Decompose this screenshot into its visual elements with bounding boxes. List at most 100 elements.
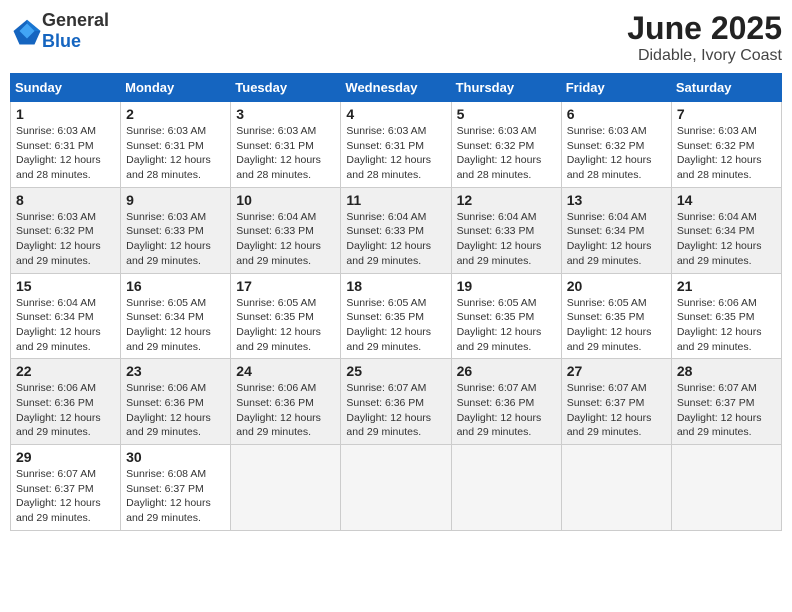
logo-icon — [12, 16, 42, 46]
location-title: Didable, Ivory Coast — [627, 47, 782, 65]
calendar-day-cell: 21Sunrise: 6:06 AMSunset: 6:35 PMDayligh… — [671, 273, 781, 359]
calendar-day-cell: 28 Sunrise: 6:07 AMSunset: 6:37 PMDayligh… — [671, 359, 781, 445]
calendar-day-cell: 1 Sunrise: 6:03 AMSunset: 6:31 PMDaylight… — [11, 102, 121, 188]
weekday-header: Thursday — [451, 74, 561, 102]
day-info: Sunrise: 6:05 AMSunset: 6:35 PMDaylight:… — [236, 296, 335, 355]
day-number: 18 — [346, 278, 445, 294]
day-number: 7 — [677, 106, 776, 122]
calendar-week-row: 8 Sunrise: 6:03 AMSunset: 6:32 PMDaylight… — [11, 187, 782, 273]
day-number: 20 — [567, 278, 666, 294]
day-info: Sunrise: 6:06 AMSunset: 6:36 PMDaylight:… — [236, 381, 335, 440]
calendar-day-cell: 24 Sunrise: 6:06 AMSunset: 6:36 PMDayligh… — [231, 359, 341, 445]
day-number: 10 — [236, 192, 335, 208]
calendar-day-cell: 10 Sunrise: 6:04 AMSunset: 6:33 PMDayligh… — [231, 187, 341, 273]
day-number: 8 — [16, 192, 115, 208]
calendar-day-cell: 8 Sunrise: 6:03 AMSunset: 6:32 PMDaylight… — [11, 187, 121, 273]
calendar-day-cell: 4 Sunrise: 6:03 AMSunset: 6:31 PMDaylight… — [341, 102, 451, 188]
day-info: Sunrise: 6:06 AMSunset: 6:36 PMDaylight:… — [16, 381, 115, 440]
day-info: Sunrise: 6:06 AMSunset: 6:36 PMDaylight:… — [126, 381, 225, 440]
day-number: 19 — [457, 278, 556, 294]
calendar-day-cell: 2 Sunrise: 6:03 AMSunset: 6:31 PMDaylight… — [121, 102, 231, 188]
calendar-week-row: 15Sunrise: 6:04 AMSunset: 6:34 PMDayligh… — [11, 273, 782, 359]
day-info: Sunrise: 6:05 AMSunset: 6:35 PMDaylight:… — [346, 296, 445, 355]
calendar-day-cell: 17Sunrise: 6:05 AMSunset: 6:35 PMDayligh… — [231, 273, 341, 359]
calendar-day-cell: 30Sunrise: 6:08 AMSunset: 6:37 PMDayligh… — [121, 445, 231, 531]
calendar-day-cell — [231, 445, 341, 531]
day-number: 4 — [346, 106, 445, 122]
logo-blue: Blue — [42, 31, 81, 51]
day-info: Sunrise: 6:03 AMSunset: 6:32 PMDaylight:… — [16, 210, 115, 269]
day-number: 15 — [16, 278, 115, 294]
day-info: Sunrise: 6:07 AMSunset: 6:37 PMDaylight:… — [677, 381, 776, 440]
calendar-day-cell: 23Sunrise: 6:06 AMSunset: 6:36 PMDayligh… — [121, 359, 231, 445]
day-info: Sunrise: 6:07 AMSunset: 6:36 PMDaylight:… — [346, 381, 445, 440]
calendar-day-cell — [451, 445, 561, 531]
day-info: Sunrise: 6:05 AMSunset: 6:35 PMDaylight:… — [457, 296, 556, 355]
day-info: Sunrise: 6:03 AMSunset: 6:32 PMDaylight:… — [457, 124, 556, 183]
calendar-day-cell: 18 Sunrise: 6:05 AMSunset: 6:35 PMDayligh… — [341, 273, 451, 359]
day-info: Sunrise: 6:04 AMSunset: 6:34 PMDaylight:… — [567, 210, 666, 269]
weekday-header: Tuesday — [231, 74, 341, 102]
day-info: Sunrise: 6:05 AMSunset: 6:35 PMDaylight:… — [567, 296, 666, 355]
calendar-day-cell: 15Sunrise: 6:04 AMSunset: 6:34 PMDayligh… — [11, 273, 121, 359]
logo-text: General Blue — [42, 10, 109, 52]
day-number: 3 — [236, 106, 335, 122]
calendar-day-cell — [341, 445, 451, 531]
day-number: 28 — [677, 363, 776, 379]
calendar-day-cell: 29 Sunrise: 6:07 AMSunset: 6:37 PMDayligh… — [11, 445, 121, 531]
weekday-header: Wednesday — [341, 74, 451, 102]
calendar-week-row: 1 Sunrise: 6:03 AMSunset: 6:31 PMDaylight… — [11, 102, 782, 188]
calendar-day-cell: 25Sunrise: 6:07 AMSunset: 6:36 PMDayligh… — [341, 359, 451, 445]
day-info: Sunrise: 6:03 AMSunset: 6:31 PMDaylight:… — [126, 124, 225, 183]
weekday-header: Monday — [121, 74, 231, 102]
calendar-header-row: SundayMondayTuesdayWednesdayThursdayFrid… — [11, 74, 782, 102]
day-number: 24 — [236, 363, 335, 379]
day-info: Sunrise: 6:03 AMSunset: 6:32 PMDaylight:… — [567, 124, 666, 183]
day-number: 29 — [16, 449, 115, 465]
day-info: Sunrise: 6:07 AMSunset: 6:37 PMDaylight:… — [567, 381, 666, 440]
day-info: Sunrise: 6:03 AMSunset: 6:31 PMDaylight:… — [346, 124, 445, 183]
title-block: June 2025 Didable, Ivory Coast — [627, 10, 782, 65]
day-number: 12 — [457, 192, 556, 208]
calendar-day-cell: 3 Sunrise: 6:03 AMSunset: 6:31 PMDaylight… — [231, 102, 341, 188]
day-number: 5 — [457, 106, 556, 122]
calendar-day-cell: 9 Sunrise: 6:03 AMSunset: 6:33 PMDaylight… — [121, 187, 231, 273]
calendar-day-cell — [671, 445, 781, 531]
day-info: Sunrise: 6:03 AMSunset: 6:31 PMDaylight:… — [16, 124, 115, 183]
day-info: Sunrise: 6:04 AMSunset: 6:33 PMDaylight:… — [457, 210, 556, 269]
calendar-day-cell: 7 Sunrise: 6:03 AMSunset: 6:32 PMDaylight… — [671, 102, 781, 188]
day-number: 6 — [567, 106, 666, 122]
day-number: 27 — [567, 363, 666, 379]
calendar-week-row: 22 Sunrise: 6:06 AMSunset: 6:36 PMDayligh… — [11, 359, 782, 445]
day-number: 1 — [16, 106, 115, 122]
day-number: 26 — [457, 363, 556, 379]
logo: General Blue — [10, 10, 109, 52]
calendar-day-cell: 16Sunrise: 6:05 AMSunset: 6:34 PMDayligh… — [121, 273, 231, 359]
calendar-day-cell: 6 Sunrise: 6:03 AMSunset: 6:32 PMDaylight… — [561, 102, 671, 188]
day-number: 16 — [126, 278, 225, 294]
day-info: Sunrise: 6:03 AMSunset: 6:33 PMDaylight:… — [126, 210, 225, 269]
main-container: General Blue June 2025 Didable, Ivory Co… — [10, 10, 782, 531]
calendar-day-cell: 5 Sunrise: 6:03 AMSunset: 6:32 PMDaylight… — [451, 102, 561, 188]
calendar-day-cell: 27 Sunrise: 6:07 AMSunset: 6:37 PMDayligh… — [561, 359, 671, 445]
calendar-day-cell: 26 Sunrise: 6:07 AMSunset: 6:36 PMDayligh… — [451, 359, 561, 445]
calendar-day-cell: 13Sunrise: 6:04 AMSunset: 6:34 PMDayligh… — [561, 187, 671, 273]
calendar-day-cell: 14Sunrise: 6:04 AMSunset: 6:34 PMDayligh… — [671, 187, 781, 273]
day-number: 22 — [16, 363, 115, 379]
calendar-day-cell: 22 Sunrise: 6:06 AMSunset: 6:36 PMDayligh… — [11, 359, 121, 445]
calendar-week-row: 29 Sunrise: 6:07 AMSunset: 6:37 PMDayligh… — [11, 445, 782, 531]
day-info: Sunrise: 6:06 AMSunset: 6:35 PMDaylight:… — [677, 296, 776, 355]
weekday-header: Sunday — [11, 74, 121, 102]
day-number: 2 — [126, 106, 225, 122]
day-info: Sunrise: 6:03 AMSunset: 6:32 PMDaylight:… — [677, 124, 776, 183]
day-info: Sunrise: 6:07 AMSunset: 6:36 PMDaylight:… — [457, 381, 556, 440]
calendar-day-cell — [561, 445, 671, 531]
calendar-table: SundayMondayTuesdayWednesdayThursdayFrid… — [10, 73, 782, 531]
day-number: 30 — [126, 449, 225, 465]
day-info: Sunrise: 6:03 AMSunset: 6:31 PMDaylight:… — [236, 124, 335, 183]
day-number: 9 — [126, 192, 225, 208]
day-number: 11 — [346, 192, 445, 208]
weekday-header: Saturday — [671, 74, 781, 102]
day-info: Sunrise: 6:07 AMSunset: 6:37 PMDaylight:… — [16, 467, 115, 526]
day-info: Sunrise: 6:04 AMSunset: 6:33 PMDaylight:… — [236, 210, 335, 269]
